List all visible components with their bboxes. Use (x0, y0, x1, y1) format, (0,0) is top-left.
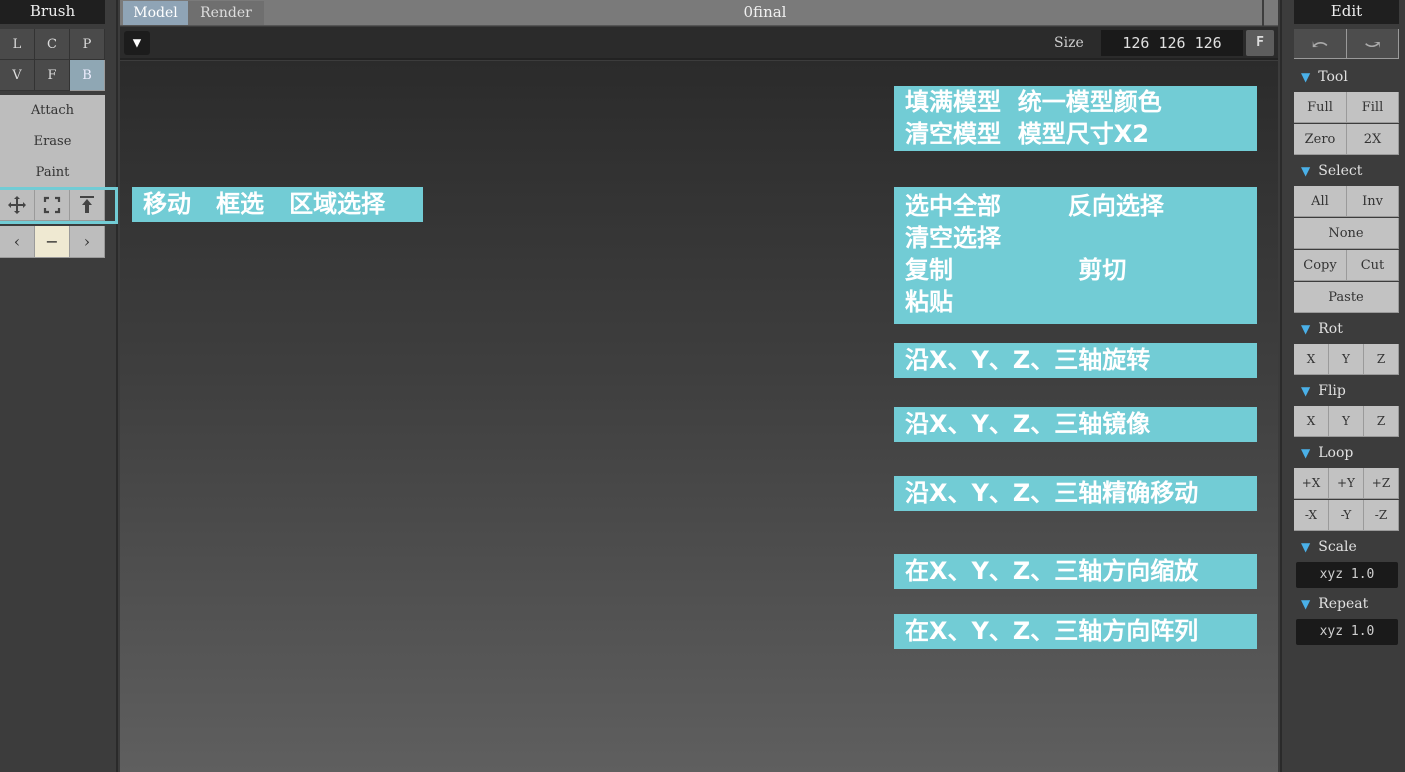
loop-minus-z-button[interactable]: -Z (1364, 500, 1399, 531)
loop-plus-x-button[interactable]: +X (1294, 468, 1329, 499)
prev-button[interactable]: ‹ (0, 226, 35, 258)
select-all-button[interactable]: All (1294, 186, 1347, 217)
cut-button[interactable]: Cut (1347, 250, 1399, 281)
section-rot-label: Rot (1318, 321, 1343, 337)
collapse-triangle-icon: ▼ (1301, 322, 1311, 336)
section-repeat[interactable]: ▼ Repeat (1301, 596, 1368, 612)
brush-panel: Brush L C P V F B Attach Erase Paint ‹ −… (0, 0, 118, 772)
annotation-loop: 沿X、Y、Z、三轴精确移动 (894, 476, 1257, 511)
top-bar: Model Render 0final (120, 0, 1278, 26)
section-tool[interactable]: ▼ Tool (1301, 69, 1348, 85)
double-size-button[interactable]: 2X (1347, 124, 1399, 155)
scale-input[interactable]: xyz 1.0 (1296, 562, 1398, 588)
section-flip-label: Flip (1318, 383, 1346, 399)
collapse-triangle-icon: ▼ (1301, 446, 1311, 460)
collapse-triangle-icon: ▼ (1301, 164, 1311, 178)
paint-button[interactable]: Paint (0, 157, 105, 188)
attach-button[interactable]: Attach (0, 95, 105, 126)
topbar-divider (1262, 0, 1264, 26)
minus-button[interactable]: − (35, 226, 70, 258)
tab-render[interactable]: Render (188, 1, 264, 25)
box-select-tool-button[interactable] (35, 190, 70, 221)
full-button[interactable]: Full (1294, 92, 1347, 123)
move-icon (8, 196, 26, 214)
mode-button-b[interactable]: B (70, 60, 105, 91)
next-button[interactable]: › (70, 226, 105, 258)
fit-button[interactable]: F (1246, 30, 1274, 56)
copy-button[interactable]: Copy (1294, 250, 1347, 281)
paste-button[interactable]: Paste (1294, 282, 1399, 313)
redo-button[interactable]: ⤻ (1347, 29, 1399, 59)
tab-model[interactable]: Model (123, 1, 188, 25)
collapse-triangle-icon: ▼ (1301, 597, 1311, 611)
zero-button[interactable]: Zero (1294, 124, 1347, 155)
loop-minus-x-button[interactable]: -X (1294, 500, 1329, 531)
collapse-triangle-icon: ▼ (1301, 540, 1311, 554)
box-select-icon (43, 196, 61, 214)
annotation-tools: 移动 框选 区域选择 (132, 187, 423, 222)
size-input[interactable]: 126 126 126 (1101, 30, 1243, 56)
section-select-label: Select (1318, 163, 1363, 179)
edit-panel-title: Edit (1294, 0, 1399, 24)
edit-panel: Edit ⤺ ⤻ ▼ Tool Full Fill Zero 2X ▼ Select… (1280, 0, 1405, 772)
size-label: Size (1054, 35, 1084, 51)
undo-icon: ⤺ (1311, 32, 1329, 56)
redo-icon: ⤻ (1364, 32, 1381, 56)
section-flip[interactable]: ▼ Flip (1301, 383, 1346, 399)
collapse-triangle-icon: ▼ (1301, 70, 1311, 84)
loop-plus-z-button[interactable]: +Z (1364, 468, 1399, 499)
annotation-rot: 沿X、Y、Z、三轴旋转 (894, 343, 1257, 378)
viewport-toolbar: ▼ Size 126 126 126 F (120, 27, 1278, 60)
repeat-input[interactable]: xyz 1.0 (1296, 619, 1398, 645)
mode-button-v[interactable]: V (0, 60, 35, 91)
section-loop-label: Loop (1318, 445, 1354, 461)
area-select-icon (80, 196, 94, 213)
document-title: 0final (743, 3, 787, 21)
section-rot[interactable]: ▼ Rot (1301, 321, 1343, 337)
section-repeat-label: Repeat (1318, 596, 1369, 612)
section-scale[interactable]: ▼ Scale (1301, 539, 1357, 555)
rot-z-button[interactable]: Z (1364, 344, 1399, 375)
annotation-tool-section: 填满模型 统一模型颜色 清空模型 模型尺寸X2 (894, 86, 1257, 151)
mode-button-c[interactable]: C (35, 29, 70, 60)
area-select-tool-button[interactable] (70, 190, 105, 221)
brush-panel-title: Brush (0, 0, 105, 24)
select-none-button[interactable]: None (1294, 218, 1399, 249)
section-loop[interactable]: ▼ Loop (1301, 445, 1353, 461)
invert-selection-button[interactable]: Inv (1347, 186, 1399, 217)
mode-button-l[interactable]: L (0, 29, 35, 60)
collapse-triangle-icon: ▼ (1301, 384, 1311, 398)
flip-z-button[interactable]: Z (1364, 406, 1399, 437)
loop-minus-y-button[interactable]: -Y (1329, 500, 1364, 531)
annotation-select-section: 选中全部 反向选择 清空选择 复制 剪切 粘贴 (894, 187, 1257, 324)
move-tool-button[interactable] (0, 190, 35, 221)
rot-y-button[interactable]: Y (1329, 344, 1364, 375)
viewport-menu-button[interactable]: ▼ (124, 31, 150, 55)
section-tool-label: Tool (1318, 69, 1348, 85)
fill-button[interactable]: Fill (1347, 92, 1399, 123)
mode-button-f[interactable]: F (35, 60, 70, 91)
undo-button[interactable]: ⤺ (1294, 29, 1347, 59)
section-select[interactable]: ▼ Select (1301, 163, 1362, 179)
annotation-repeat: 在X、Y、Z、三轴方向阵列 (894, 614, 1257, 649)
flip-x-button[interactable]: X (1294, 406, 1329, 437)
annotation-scale: 在X、Y、Z、三轴方向缩放 (894, 554, 1257, 589)
mode-button-p[interactable]: P (70, 29, 105, 60)
loop-plus-y-button[interactable]: +Y (1329, 468, 1364, 499)
rot-x-button[interactable]: X (1294, 344, 1329, 375)
annotation-flip: 沿X、Y、Z、三轴镜像 (894, 407, 1257, 442)
section-scale-label: Scale (1318, 539, 1357, 555)
erase-button[interactable]: Erase (0, 126, 105, 157)
flip-y-button[interactable]: Y (1329, 406, 1364, 437)
